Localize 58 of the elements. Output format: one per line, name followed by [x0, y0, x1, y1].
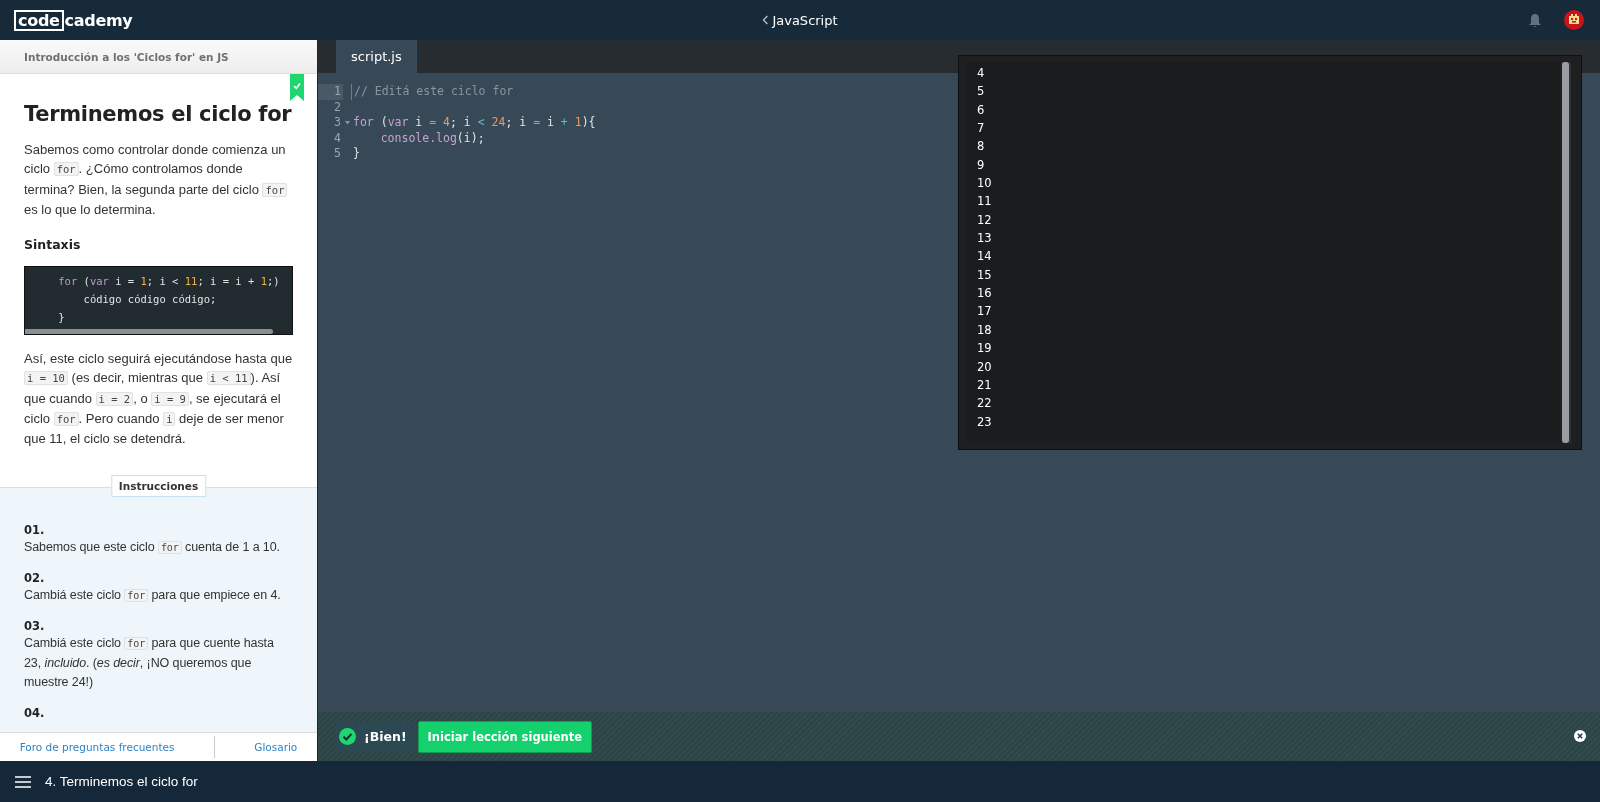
avatar-icon[interactable]: [1564, 10, 1584, 30]
section-heading: Sintaxis: [24, 237, 82, 253]
output-line: 16: [977, 285, 993, 303]
output-line: 12: [977, 211, 993, 229]
output-line: 22: [977, 395, 993, 413]
chevron-left-icon[interactable]: [762, 15, 769, 25]
notification-bell-icon[interactable]: [1528, 12, 1542, 28]
output-line: 6: [977, 101, 986, 119]
output-line: 23: [977, 413, 993, 431]
fold-caret-icon[interactable]: [344, 120, 350, 125]
step-text: Sabemos que este ciclo for cuenta de 1 a 10.: [24, 538, 281, 556]
output-line: 7: [977, 120, 986, 138]
footer-link[interactable]: Foro de preguntas frecuentes: [19, 741, 175, 753]
code-example: for (var i = 1; i < 11; i = i + 1;) código código código; }: [24, 266, 293, 336]
line-number: 5: [333, 146, 342, 162]
output-line: 4: [977, 65, 986, 82]
code-line[interactable]: }: [351, 146, 360, 162]
output-line: 17: [977, 303, 993, 321]
code-line[interactable]: for (var i = 4; i < 24; i = i + 1){: [351, 115, 596, 131]
output-line: 15: [977, 266, 993, 284]
code-line[interactable]: console.log(i);: [351, 130, 485, 146]
menu-icon[interactable]: [15, 775, 31, 788]
output-line: 18: [977, 321, 993, 339]
lesson-title: Terminemos el ciclo for: [24, 102, 293, 126]
line-number: 1: [318, 84, 343, 100]
line-number: 3: [333, 115, 342, 131]
output-line: 9: [977, 156, 986, 174]
logo-text[interactable]: code: [14, 9, 64, 31]
output-line: 14: [977, 248, 993, 266]
step-text: Cambiá este ciclo for para que empiece en 4.: [24, 586, 282, 604]
scrollbar-thumb[interactable]: [25, 329, 274, 335]
close-icon[interactable]: [1574, 730, 1586, 742]
lesson-paragraph: Así, este ciclo seguirá ejecutándose hasta que i = 10 (es decir, mientras que i < 11 ). Así que cuando i = 2 , o i = 9 , se ejecutará el ciclo for . Pero cuando i deje de ser menor que 11, el ciclo se detendrá.: [24, 350, 293, 449]
step-text: Cambiá este ciclo for para que cuente hasta 23, incluido. (es decir, ¡NO queremos que muestre 24!): [24, 635, 275, 691]
output-line: 13: [977, 230, 993, 248]
output-line: 19: [977, 340, 993, 358]
step-number: 01.: [24, 521, 46, 538]
output-line: 21: [977, 376, 993, 394]
step-number: 02.: [24, 569, 46, 586]
logo-text[interactable]: cademy: [64, 10, 133, 30]
lesson-paragraph: Sabemos como controlar donde comienza un ciclo for . ¿Cómo controlamos donde termina? Bien, la segunda parte del ciclo for es lo que lo determina.: [24, 141, 289, 219]
scrollbar-thumb[interactable]: [1562, 62, 1569, 443]
breadcrumb-text: Introducción a los 'Ciclos for' en JS: [24, 50, 229, 63]
output-line: 10: [977, 175, 993, 193]
footer-link[interactable]: Glosario: [254, 741, 298, 753]
output-line: 5: [977, 83, 986, 101]
step-number: 04.: [24, 705, 46, 722]
step-number: 03.: [24, 618, 46, 635]
output-line: 11: [977, 193, 993, 211]
line-number: 2: [333, 99, 342, 115]
output-line: 8: [977, 138, 986, 156]
lesson-menu-label[interactable]: 4. Terminemos el ciclo for: [45, 774, 198, 789]
line-number: 4: [333, 130, 342, 146]
file-tab[interactable]: script.js: [336, 40, 417, 73]
check-circle-icon: [339, 728, 356, 745]
output-line: 20: [977, 358, 993, 376]
success-message: ¡Bien!: [364, 729, 407, 744]
course-link[interactable]: JavaScript: [772, 12, 838, 28]
